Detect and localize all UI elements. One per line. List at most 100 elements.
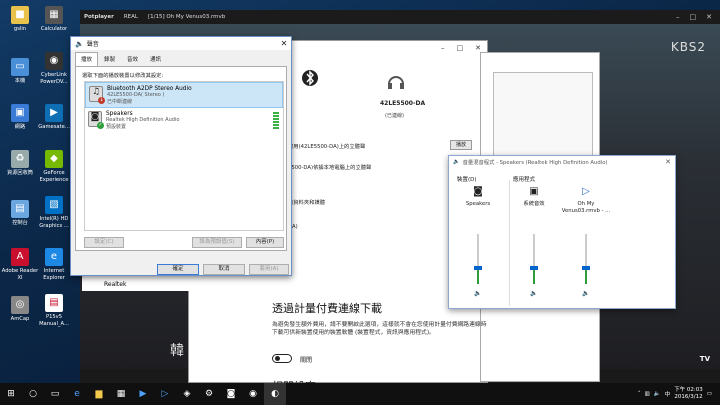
close-icon[interactable]: ✕ — [277, 39, 291, 48]
device-header: 裝置(D) — [457, 177, 477, 183]
close-icon[interactable]: ✕ — [475, 44, 481, 52]
start-windows-icon[interactable]: ⊞ — [0, 383, 22, 405]
tab-recording[interactable]: 錄製 — [98, 52, 121, 66]
video-caption: 韓 — [170, 343, 184, 359]
close-icon[interactable]: ✕ — [706, 13, 712, 21]
taskbar: ⊞ ○ ▭ e ▆ ▦ ▶ ▷ ◈ ⚙ ◙ ◉ ◐ ˄ ▥ 🔈 中 下午 02:… — [0, 383, 720, 405]
task-view-icon[interactable]: ▭ — [44, 383, 66, 405]
sound-dialog[interactable]: 🔈 聲音 ✕ 播放 錄製 音效 通訊 選取下面的播放裝置以修改其設定: ♫ ↓ … — [70, 36, 292, 276]
realtek-strip — [82, 275, 190, 291]
metered-description: 為避免發生額外費用，請不要開啟此選項，這樣就不會在您使用計量付費網路連線時下載可… — [272, 322, 487, 336]
channel-logo: KBS2 — [670, 40, 706, 54]
volume-tray-icon[interactable]: 🔈 — [654, 391, 661, 397]
search-icon[interactable]: ○ — [22, 383, 44, 405]
system-tray: ˄ ▥ 🔈 中 下午 02:03 2016/3/12 ▭ — [638, 387, 720, 401]
cancel-button[interactable]: 取消 — [203, 264, 245, 275]
desktop-icon-calculator[interactable]: ▦ Calculator — [34, 6, 74, 33]
app-icon[interactable]: ◐ — [264, 383, 286, 405]
internet-explorer-icon: e — [45, 248, 63, 266]
toggle-label: 關閉 — [300, 357, 313, 364]
speaker-icon: 🔈 — [75, 39, 84, 48]
desktop-icon-internet-explorer[interactable]: e Internet Explorer — [34, 248, 74, 281]
notifications-icon[interactable]: ▭ — [707, 391, 712, 397]
volume-mixer-window[interactable]: 🔈 音量混音程式 - Speakers (Realtek High Defini… — [448, 155, 676, 309]
clock[interactable]: 下午 02:03 2016/3/12 — [674, 387, 703, 401]
powerdvd-icon: ◉ — [45, 52, 63, 70]
user-folder-icon: ■ — [11, 6, 29, 24]
geforce-icon: ◆ — [45, 150, 63, 168]
maximize-icon[interactable]: □ — [457, 44, 464, 52]
set-default-button[interactable]: 設為預設值(S) — [192, 237, 242, 248]
recycle-bin-icon: ♻ — [11, 150, 29, 168]
desktop-icon-label: Internet Explorer — [43, 268, 65, 281]
apply-button[interactable]: 套用(A) — [249, 264, 289, 275]
app-icon[interactable]: ◉ — [242, 383, 264, 405]
device-speakers[interactable]: ◙ ✓ Speakers Realtek High Definition Aud… — [85, 108, 283, 134]
media-player-icon[interactable]: ▶ — [132, 383, 154, 405]
control-panel-icon: ▤ — [11, 200, 29, 218]
app-icon[interactable]: ◈ — [176, 383, 198, 405]
play-icon: ▷ — [582, 186, 590, 197]
edge-browser-icon[interactable]: e — [66, 383, 88, 405]
mixer-column-potplayer: ▷ Oh My Venus03.rmvb - ... — [561, 186, 611, 214]
minimize-icon[interactable]: – — [441, 44, 445, 52]
tab-communications[interactable]: 通訊 — [144, 52, 167, 66]
desktop-icon-intel-graphics[interactable]: ▧ Intel(R) HD Graphics ... — [34, 196, 74, 229]
ime-indicator[interactable]: 中 — [665, 390, 671, 398]
mute-speaker-icon[interactable]: 🔈 — [530, 290, 537, 297]
chevron-up-icon[interactable]: ˄ — [638, 391, 641, 397]
tab-playback[interactable]: 播放 — [75, 52, 99, 66]
mixer-column-label: 系統音效 — [523, 201, 545, 207]
bluetooth-icon — [300, 68, 320, 92]
store-icon[interactable]: ▦ — [110, 383, 132, 405]
device-name: 42LE5500-DA — [380, 100, 426, 107]
desktop-icon-pdf-manual[interactable]: ▤ P15v5 Manual_A... — [34, 294, 74, 327]
maximize-icon[interactable]: □ — [690, 13, 697, 21]
desktop-icon-geforce[interactable]: ◆ GeForce Experience — [34, 150, 74, 183]
calculator-icon: ▦ — [45, 6, 63, 24]
game-icon: ▶ — [45, 104, 63, 122]
mute-speaker-icon[interactable]: 🔈 — [474, 290, 481, 297]
minimize-icon[interactable]: – — [676, 13, 680, 21]
player-app-name[interactable]: Potplayer — [84, 14, 114, 20]
tab-sounds[interactable]: 音效 — [121, 52, 144, 66]
mixer-column-label: Speakers — [465, 201, 491, 207]
volume-slider[interactable] — [582, 234, 590, 284]
sound-dialog-titlebar: 🔈 聲音 ✕ — [71, 37, 291, 50]
desktop-icon-gamesate[interactable]: ▶ Gamesate... — [34, 104, 74, 131]
volume-slider[interactable] — [474, 234, 482, 284]
realtek-label: Realtek — [102, 281, 129, 288]
clock-date: 2016/3/12 — [674, 394, 703, 400]
settings-gear-icon[interactable]: ⚙ — [198, 383, 220, 405]
ok-button[interactable]: 確定 — [157, 264, 199, 275]
network-tray-icon[interactable]: ▥ — [645, 391, 650, 397]
desktop-icon-powerdvd[interactable]: ◉ CyberLink PowerDV... — [34, 52, 74, 85]
settings-line: 5500-DA)依據本地電腦上的立體聲 — [288, 165, 372, 171]
volume-slider[interactable] — [530, 234, 538, 284]
close-icon[interactable]: ✕ — [661, 158, 675, 166]
mute-speaker-icon[interactable]: 🔈 — [582, 290, 589, 297]
device-status: (已連線) — [385, 113, 404, 119]
device-bluetooth-a2dp[interactable]: ♫ ↓ Bluetooth A2DP Stereo Audio 42LE5500… — [85, 82, 283, 108]
file-explorer-icon[interactable]: ▆ — [88, 383, 110, 405]
playback-panel: 選取下面的播放裝置以修改其設定: ♫ ↓ Bluetooth A2DP Ster… — [75, 66, 287, 251]
device-list[interactable]: ♫ ↓ Bluetooth A2DP Stereo Audio 42LE5500… — [84, 81, 284, 231]
app-icon[interactable]: ◙ — [220, 383, 242, 405]
disconnected-badge-icon: ↓ — [98, 97, 105, 104]
app-icon[interactable]: ▷ — [154, 383, 176, 405]
configure-button[interactable]: 設定(C) — [84, 237, 124, 248]
clock-time: 下午 02:03 — [674, 387, 703, 393]
mixer-icon: 🔈 — [453, 159, 460, 165]
intel-graphics-icon: ▧ — [45, 196, 63, 214]
play-button[interactable]: 播放 — [450, 140, 472, 150]
camera-icon: ◎ — [11, 296, 29, 314]
mixer-column-label: Oh My Venus03.rmvb - ... — [561, 201, 611, 214]
desktop-icon-label: P15v5 Manual_A... — [39, 314, 69, 327]
properties-button[interactable]: 內容(P) — [246, 237, 284, 248]
adobe-reader-icon: A — [11, 248, 29, 266]
speaker-icon: ◙ ✓ — [88, 111, 104, 129]
sound-tabs: 播放 錄製 音效 通訊 — [71, 50, 291, 66]
player-titlebar: Potplayer REAL [1/15] Oh My Venus03.rmvb… — [80, 10, 720, 24]
desktop-icon-label: Calculator — [40, 26, 68, 32]
metered-toggle[interactable] — [272, 354, 292, 363]
